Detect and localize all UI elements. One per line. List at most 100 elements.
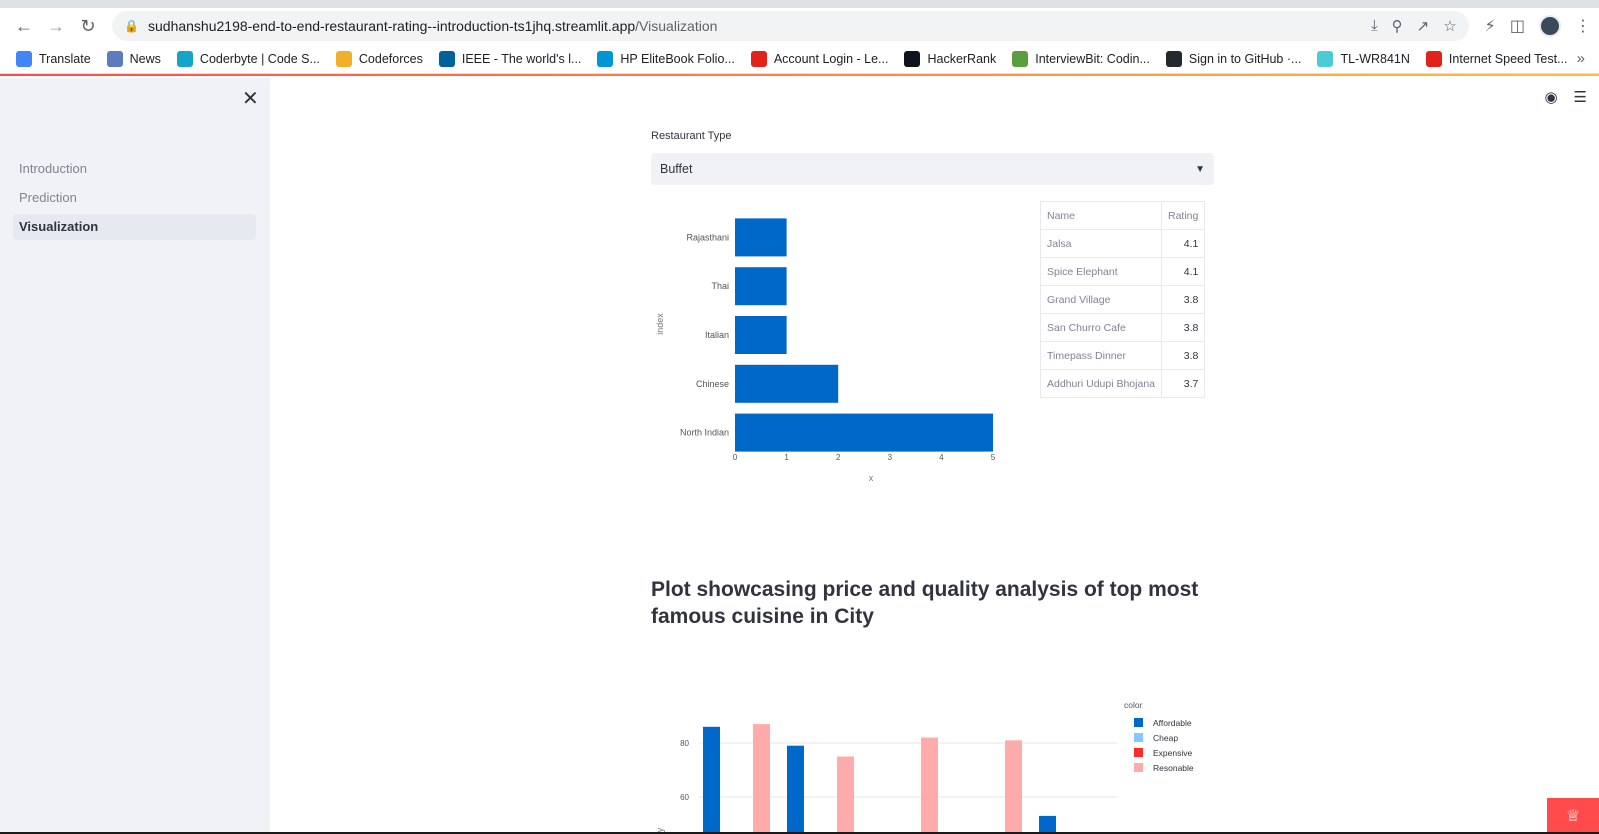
- restaurant-name-cell: Addhuri Udupi Bhojana: [1040, 369, 1162, 398]
- rating-cell: 3.8: [1160, 341, 1206, 370]
- y-axis-label: index: [655, 313, 665, 335]
- bookmark-item[interactable]: Translate: [8, 50, 99, 67]
- tab-strip: [0, 0, 1599, 8]
- hamburger-menu-icon[interactable]: ☰: [1574, 88, 1587, 106]
- restaurant-rating-table: Name Rating Jalsa 4.1 Spice Elephant 4.1 Gran…: [1040, 201, 1206, 398]
- restaurant-name-cell: Timepass Dinner: [1040, 341, 1162, 370]
- bar-resonable[interactable]: [837, 756, 854, 834]
- bar-chinese[interactable]: [735, 364, 839, 403]
- bar-resonable[interactable]: [753, 724, 770, 834]
- browser-toolbar: ← → ↻ 🔒 sudhanshu2198-end-to-end-restaur…: [0, 8, 1599, 44]
- bookmark-favicon-icon: [597, 50, 614, 67]
- address-bar[interactable]: 🔒 sudhanshu2198-end-to-end-restaurant-ra…: [112, 11, 1469, 41]
- main-area: ◉ ☰ Restaurant Type Buffet ▼ Rajasthani T…: [270, 78, 1599, 834]
- bookmark-item[interactable]: Coderbyte | Code S...: [169, 50, 328, 67]
- bookmark-favicon-icon: [1165, 50, 1182, 67]
- y-tick-label: 80: [680, 739, 689, 748]
- legend-swatch[interactable]: [1134, 748, 1143, 757]
- table-row: Timepass Dinner 3.8: [1040, 341, 1206, 370]
- share-icon[interactable]: ↗: [1417, 17, 1430, 35]
- restaurant-name-cell: San Churro Cafe: [1040, 313, 1162, 342]
- bookmark-star-icon[interactable]: ☆: [1443, 17, 1456, 35]
- bar-rajasthani[interactable]: [735, 218, 787, 257]
- streamlit-badge-icon[interactable]: ♕: [1547, 798, 1599, 834]
- section-heading: Plot showcasing price and quality analys…: [651, 578, 1199, 628]
- bar-resonable[interactable]: [1005, 740, 1022, 834]
- legend-entry[interactable]: Cheap: [1153, 733, 1178, 743]
- legend-entry[interactable]: Resonable: [1153, 763, 1194, 773]
- sidebar-item-prediction[interactable]: Prediction: [13, 185, 256, 211]
- x-tick-label: 0: [733, 453, 738, 462]
- bookmark-favicon-icon: [904, 50, 921, 67]
- bookmark-favicon-icon: [438, 50, 455, 67]
- sidebar-item-introduction[interactable]: Introduction: [13, 156, 256, 182]
- bookmark-favicon-icon: [1012, 50, 1029, 67]
- restaurant-type-selected: Buffet: [660, 162, 693, 176]
- bookmark-item[interactable]: IEEE - The world's l...: [431, 50, 590, 67]
- close-sidebar-icon[interactable]: ✕: [242, 86, 259, 111]
- bar-north-indian[interactable]: [735, 413, 993, 452]
- bookmarks-bar: Translate News Coderbyte | Code S... Codefo…: [0, 44, 1599, 74]
- table-row: Spice Elephant 4.1: [1040, 257, 1206, 286]
- rating-cell: 3.7: [1160, 369, 1206, 398]
- x-tick-label: 1: [784, 453, 789, 462]
- cuisine-bar-chart: Rajasthani Thai Italian Chinese North Indian…: [655, 218, 996, 483]
- table-row: Jalsa 4.1: [1040, 229, 1206, 258]
- bar-italian[interactable]: [735, 316, 787, 354]
- legend-swatch[interactable]: [1134, 763, 1143, 772]
- bookmark-item[interactable]: HackerRank: [896, 50, 1004, 67]
- bookmark-item[interactable]: Sign in to GitHub ·...: [1158, 50, 1310, 67]
- bookmark-item[interactable]: InterviewBit: Codin...: [1004, 50, 1158, 67]
- profile-avatar[interactable]: [1539, 15, 1561, 37]
- bookmark-label: Sign in to GitHub ·...: [1188, 51, 1302, 66]
- restaurant-name-cell: Jalsa: [1040, 229, 1162, 258]
- restaurant-type-select[interactable]: Buffet ▼: [651, 153, 1214, 185]
- sidebar-nav: Introduction Prediction Visualization: [13, 156, 256, 243]
- legend-entry[interactable]: Expensive: [1153, 748, 1192, 758]
- legend-entry[interactable]: Affordable: [1153, 718, 1192, 728]
- bookmark-item[interactable]: HP EliteBook Folio...: [589, 50, 742, 67]
- bookmarks-overflow-icon[interactable]: »: [1577, 50, 1591, 67]
- table-row: San Churro Cafe 3.8: [1040, 313, 1206, 342]
- zoom-icon[interactable]: ⚲: [1392, 17, 1403, 35]
- bar-affordable[interactable]: [787, 745, 804, 834]
- bookmark-item[interactable]: TL-WR841N: [1309, 50, 1417, 67]
- rating-cell: 4.1: [1160, 229, 1206, 258]
- bookmark-favicon-icon: [1425, 50, 1442, 67]
- table-row: Grand Village 3.8: [1040, 285, 1206, 314]
- install-app-icon[interactable]: ⤓: [1371, 17, 1378, 35]
- x-tick-label: 5: [991, 453, 996, 462]
- back-icon[interactable]: ←: [8, 10, 40, 42]
- extensions-icon[interactable]: ⚡: [1485, 16, 1496, 36]
- rating-cell: 3.8: [1160, 313, 1206, 342]
- bookmark-favicon-icon: [106, 50, 123, 67]
- url-host: sudhanshu2198-end-to-end-restaurant-rati…: [148, 18, 636, 34]
- forward-icon[interactable]: →: [40, 10, 72, 42]
- bar-thai[interactable]: [735, 267, 787, 306]
- bar-resonable[interactable]: [921, 737, 938, 834]
- bookmark-item[interactable]: Internet Speed Test...: [1418, 50, 1576, 67]
- url-path: /Visualization: [635, 18, 718, 34]
- github-icon[interactable]: ◉: [1544, 88, 1557, 106]
- bookmark-label: HP EliteBook Folio...: [620, 51, 735, 66]
- bar-affordable[interactable]: [703, 726, 720, 834]
- sidebar-item-visualization[interactable]: Visualization: [13, 214, 256, 240]
- rating-cell: 4.1: [1160, 257, 1206, 286]
- lock-icon: 🔒: [124, 19, 139, 33]
- streamlit-app: ✕ Introduction Prediction Visualization ◉ …: [0, 78, 1599, 834]
- x-tick-label: 2: [836, 453, 841, 462]
- legend-swatch[interactable]: [1134, 718, 1143, 727]
- bookmark-item[interactable]: Account Login - Le...: [743, 50, 897, 67]
- restaurant-name-cell: Grand Village: [1040, 285, 1162, 314]
- x-tick-label: 3: [888, 453, 893, 462]
- reload-icon[interactable]: ↻: [72, 10, 104, 42]
- y-tick-label: 60: [680, 793, 689, 802]
- bookmark-item[interactable]: Codeforces: [328, 50, 431, 67]
- legend-swatch[interactable]: [1134, 733, 1143, 742]
- menu-kebab-icon[interactable]: ⋮: [1575, 16, 1591, 36]
- side-panel-icon[interactable]: ◫: [1510, 16, 1525, 36]
- bookmark-label: Codeforces: [358, 51, 423, 66]
- bookmark-label: News: [129, 51, 161, 66]
- bookmark-item[interactable]: News: [99, 50, 169, 67]
- legend-title: color: [1124, 700, 1143, 710]
